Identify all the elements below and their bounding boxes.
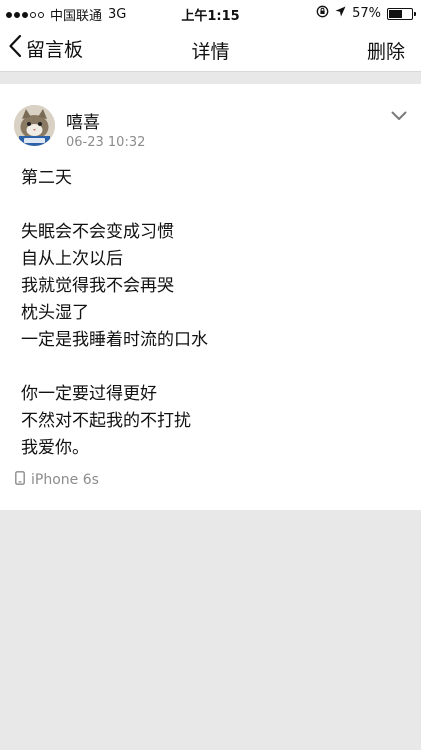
- post-text-line: 我就觉得我不会再哭: [21, 276, 174, 296]
- battery-icon: [387, 7, 416, 20]
- post-text-line: 失眠会不会变成习惯: [21, 222, 174, 242]
- post-text-line: 你一定要过得更好: [21, 384, 157, 404]
- phone-icon: [15, 471, 25, 489]
- page-title: 详情: [191, 41, 230, 63]
- battery-percent: 57%: [352, 6, 381, 21]
- post-text-line: 自从上次以后: [21, 249, 123, 269]
- location-arrow-icon: [335, 6, 346, 21]
- status-right: 57%: [316, 5, 416, 22]
- chevron-down-icon[interactable]: [391, 106, 407, 125]
- post-card: 嘻喜 06-23 10:32 第二天失眠会不会变成习惯 自从上次以后我就觉得我不会…: [0, 84, 421, 510]
- post-text-line: 第二天: [21, 168, 72, 188]
- post-text-line: 不然对不起我的不打扰: [21, 411, 191, 431]
- post-content: 第二天失眠会不会变成习惯 自从上次以后我就觉得我不会再哭 枕头湿了一定是我睡着时流的…: [21, 165, 401, 462]
- navigation-bar: 留言板 详情 删除: [0, 26, 421, 72]
- device-name: iPhone 6s: [31, 472, 99, 488]
- delete-button[interactable]: 删除: [367, 37, 405, 64]
- post-text-line: 我爱你。: [21, 438, 89, 458]
- author-name[interactable]: 嘻喜: [66, 108, 100, 133]
- status-bar: 中国联通 3G 上午1:15 57%: [0, 0, 421, 26]
- orientation-lock-icon: [316, 5, 329, 22]
- avatar[interactable]: [14, 105, 55, 146]
- post-timestamp: 06-23 10:32: [66, 135, 146, 150]
- device-source: iPhone 6s: [15, 471, 99, 489]
- post-text-line: 枕头湿了: [21, 303, 89, 323]
- post-text-line: 一定是我睡着时流的口水: [21, 330, 208, 350]
